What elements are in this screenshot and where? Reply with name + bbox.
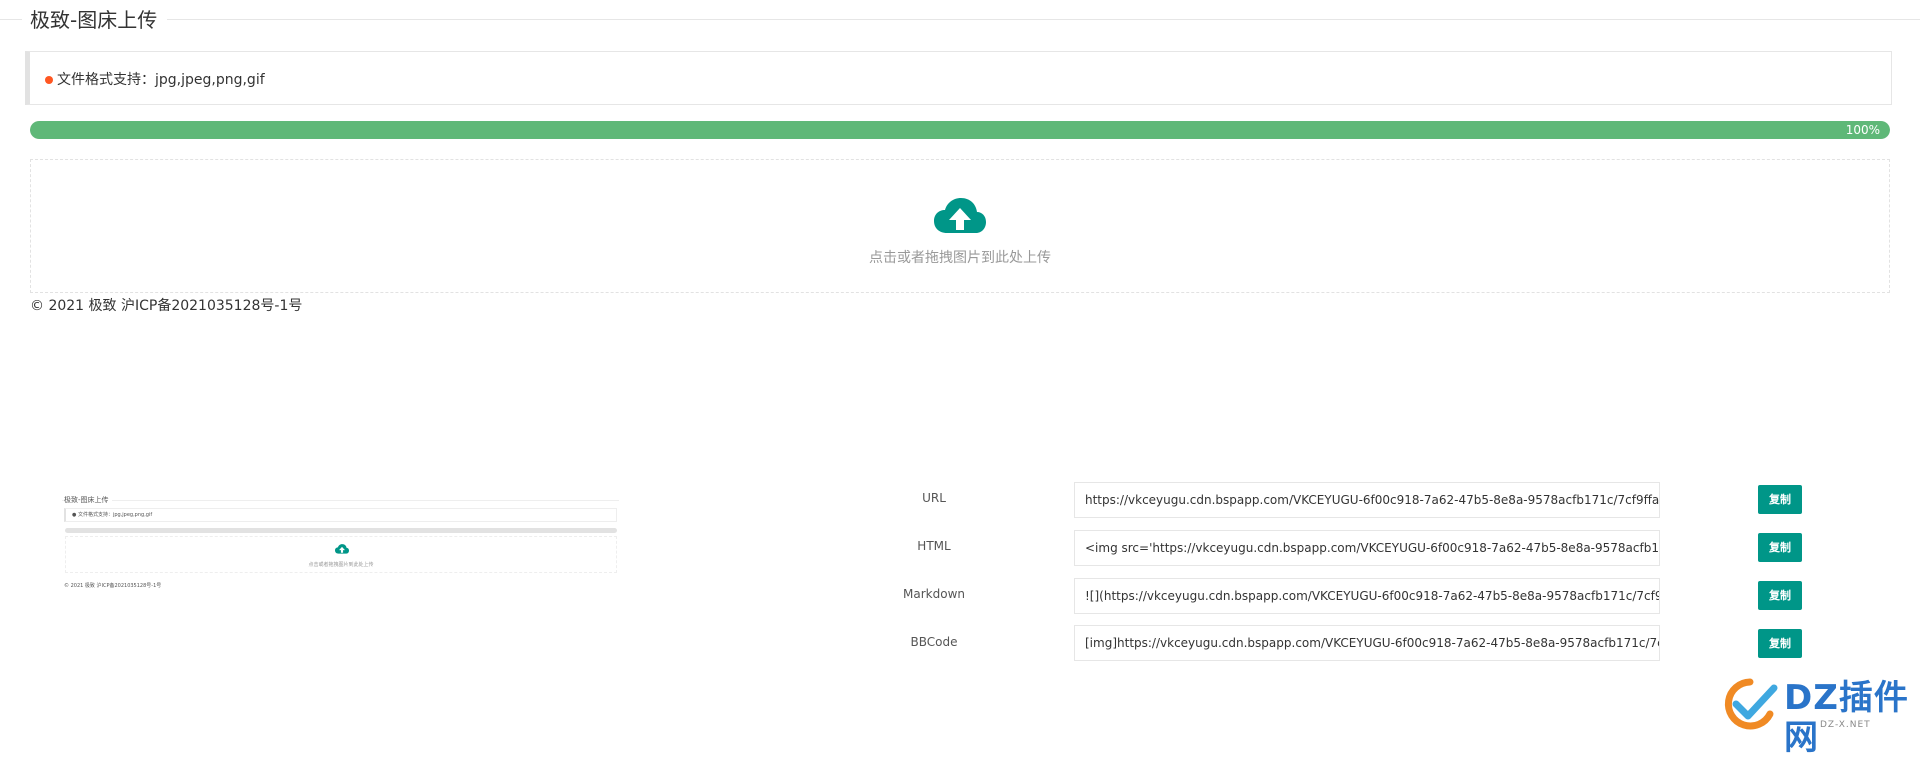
preview-notice: ● 文件格式支持：jpg,jpeg,png,gif: [64, 508, 617, 522]
footer-copyright: © 2021 极致 沪ICP备2021035128号-1号: [30, 298, 303, 314]
markdown-label: Markdown: [903, 587, 965, 601]
watermark-text: DZ插件网: [1784, 678, 1909, 758]
preview-notice-text: ● 文件格式支持：jpg,jpeg,png,gif: [72, 512, 153, 518]
preview-progress: [65, 528, 617, 533]
notice-text: 文件格式支持：jpg,jpeg,png,gif: [57, 72, 265, 88]
preview-hint: 点击或者拖拽图片到此处上传: [308, 562, 374, 568]
upload-hint: 点击或者拖拽图片到此处上传: [869, 250, 1051, 266]
page-title: 极致-图床上传: [22, 6, 168, 34]
notice-dot-icon: [45, 76, 53, 84]
bbcode-label: BBCode: [910, 635, 958, 649]
page-header: 极致-图床上传: [0, 0, 1920, 38]
progress-percent: 100%: [1845, 123, 1880, 137]
copy-html-button[interactable]: 复制: [1758, 533, 1802, 562]
html-label: HTML: [917, 539, 951, 553]
progress-fill: 100%: [30, 121, 1890, 139]
copy-markdown-button[interactable]: 复制: [1758, 581, 1802, 610]
preview-footer: © 2021 极致 沪ICP备2021035128号-1号: [64, 583, 162, 589]
bbcode-field[interactable]: [img]https://vkceyugu.cdn.bspapp.com/VKC…: [1074, 625, 1660, 661]
upload-drop-zone[interactable]: 点击或者拖拽图片到此处上传: [30, 159, 1890, 293]
html-field[interactable]: <img src='https://vkceyugu.cdn.bspapp.co…: [1074, 530, 1660, 566]
preview-cloud-icon: [335, 544, 349, 554]
check-logo-icon: [1724, 678, 1778, 730]
cloud-upload-icon: [934, 198, 986, 233]
copy-url-button[interactable]: 复制: [1758, 485, 1802, 514]
preview-divider: [62, 500, 619, 501]
markdown-field[interactable]: ![](https://vkceyugu.cdn.bspapp.com/VKCE…: [1074, 578, 1660, 614]
format-notice: 文件格式支持：jpg,jpeg,png,gif: [25, 51, 1892, 105]
upload-progress-bar: 100%: [30, 121, 1890, 139]
header-divider: [0, 19, 1920, 20]
url-field[interactable]: https://vkceyugu.cdn.bspapp.com/VKCEYUGU…: [1074, 482, 1660, 518]
watermark-logo: DZ插件网 DZ-X.NET: [1720, 676, 1910, 758]
watermark-sub: DZ-X.NET: [1820, 720, 1871, 730]
preview-title: 极致-图床上传: [64, 495, 112, 505]
copy-bbcode-button[interactable]: 复制: [1758, 629, 1802, 658]
uploaded-image-preview: 极致-图床上传 ● 文件格式支持：jpg,jpeg,png,gif 点击或者拖拽…: [62, 491, 619, 591]
preview-drop-zone: 点击或者拖拽图片到此处上传: [65, 536, 617, 573]
url-label: URL: [922, 491, 946, 505]
